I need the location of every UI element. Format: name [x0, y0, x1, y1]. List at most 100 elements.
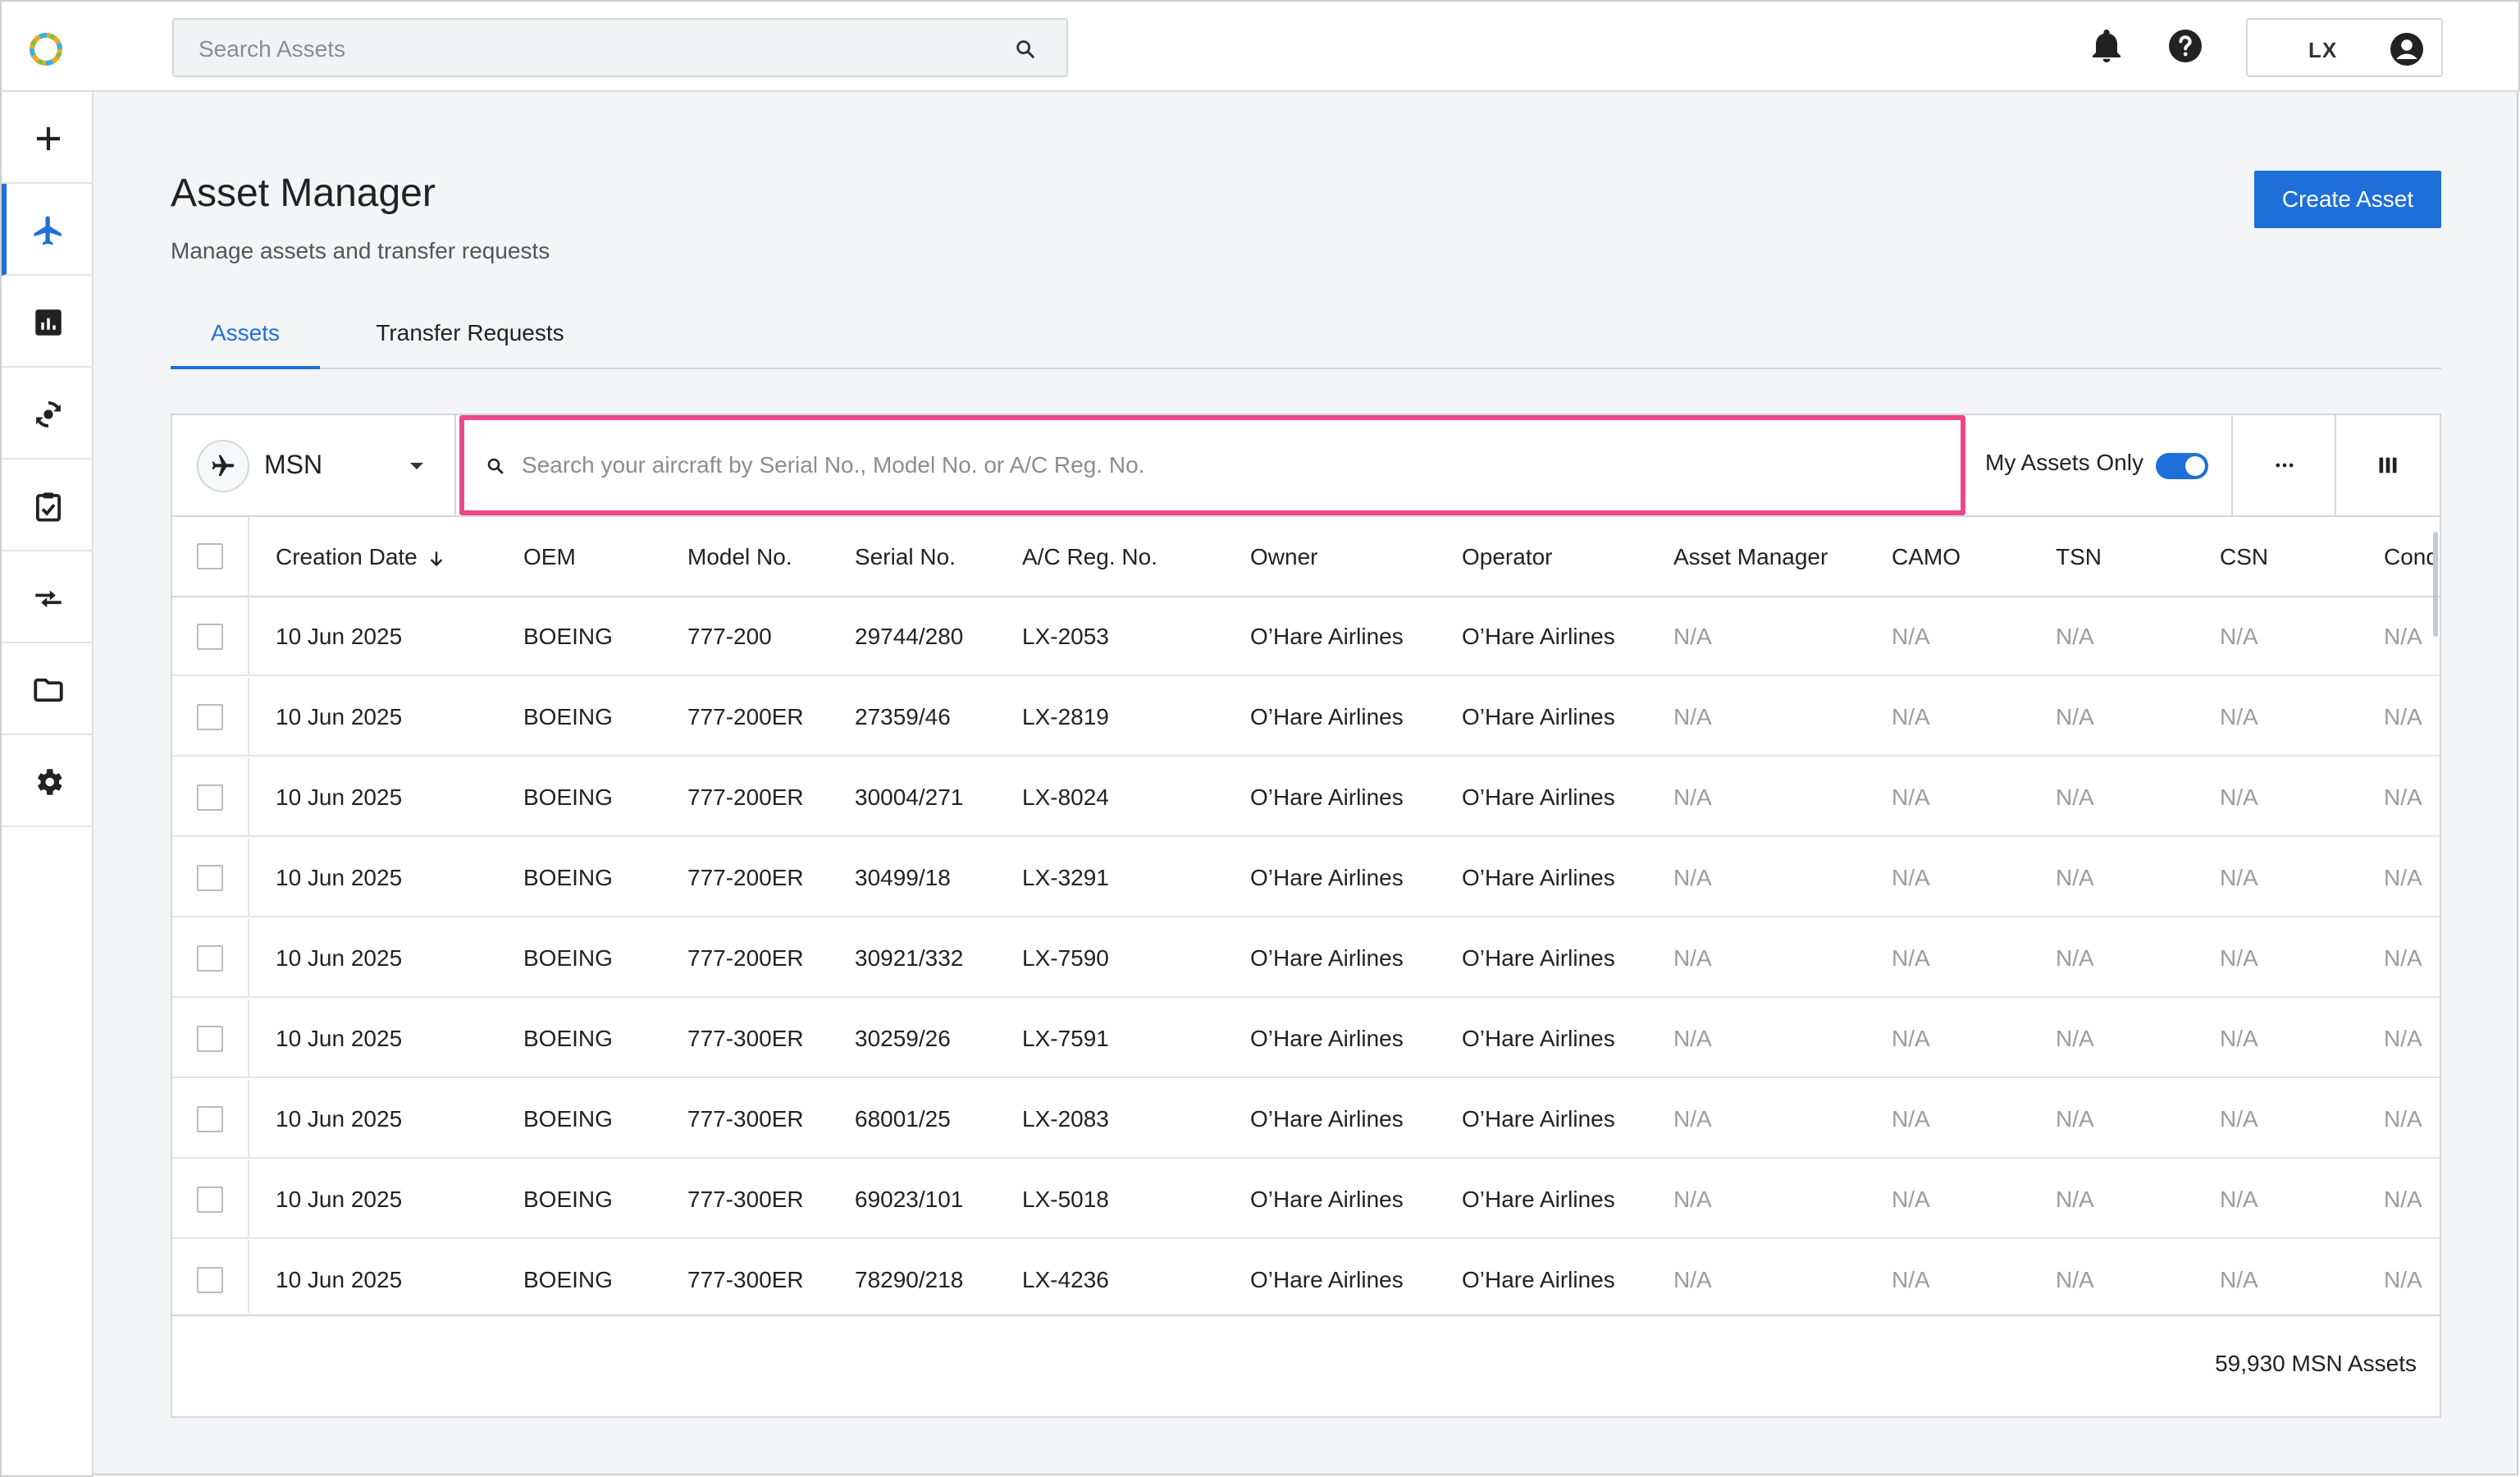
row-select-cell — [172, 919, 249, 998]
cell-asset-manager: N/A — [1673, 865, 1712, 890]
bell-icon[interactable] — [2087, 26, 2126, 66]
cell-model-no: 777-200ER — [687, 865, 804, 890]
column-header-owner[interactable]: Owner — [1250, 517, 1317, 597]
table-row[interactable]: 10 Jun 2025 BOEING 777-200ER 30921/332 LX-75… — [172, 919, 2440, 998]
cell-oem: BOEING — [523, 945, 613, 971]
create-asset-button[interactable]: Create Asset — [2254, 171, 2441, 228]
cell-oem: BOEING — [523, 1267, 613, 1292]
more-horizontal-icon — [2276, 463, 2294, 468]
app-logo[interactable] — [26, 30, 66, 69]
account-circle-icon — [2390, 33, 2423, 66]
row-checkbox[interactable] — [197, 945, 223, 972]
asset-type-selector[interactable]: MSN — [172, 415, 456, 515]
more-options-button[interactable] — [2231, 415, 2335, 515]
nav-assets[interactable] — [2, 184, 94, 276]
cell-owner: O’Hare Airlines — [1250, 945, 1404, 971]
search-icon — [487, 458, 504, 474]
cell-creation-date: 10 Jun 2025 — [276, 1026, 403, 1051]
cell-csn: N/A — [2220, 624, 2258, 649]
gear-icon — [37, 769, 62, 795]
row-checkbox[interactable] — [197, 1267, 223, 1293]
row-select-cell — [172, 839, 249, 917]
row-checkbox[interactable] — [197, 704, 223, 730]
table-row[interactable]: 10 Jun 2025 BOEING 777-300ER 69023/101 LX-50… — [172, 1160, 2440, 1239]
nav-analytics[interactable] — [2, 276, 94, 368]
row-checkbox[interactable] — [197, 1106, 223, 1132]
column-header-model-no[interactable]: Model No. — [687, 517, 792, 597]
nav-documents[interactable] — [2, 643, 94, 735]
top-bar: Search Assets LX — [0, 0, 2520, 92]
sort-descending-icon[interactable] — [426, 548, 447, 569]
nav-settings[interactable] — [2, 735, 94, 827]
table-row[interactable]: 10 Jun 2025 BOEING 777-200ER 30004/271 LX-80… — [172, 758, 2440, 837]
cell-creation-date: 10 Jun 2025 — [276, 1106, 403, 1132]
row-checkbox[interactable] — [197, 1026, 223, 1052]
cell-camo: N/A — [1892, 784, 1930, 810]
cell-ac-reg-no: LX-8024 — [1022, 784, 1109, 810]
column-header-creation-date[interactable]: Creation Date — [276, 517, 447, 597]
asset-search-input[interactable] — [522, 445, 1916, 486]
row-checkbox[interactable] — [197, 784, 223, 811]
columns-button[interactable] — [2335, 415, 2438, 515]
column-header-cond[interactable]: Cond — [2384, 517, 2439, 597]
cell-serial-no: 29744/280 — [855, 624, 964, 649]
table-header-row: Creation Date OEM Model No. Serial No. A… — [172, 517, 2440, 597]
cell-cond: N/A — [2384, 704, 2422, 729]
table-row[interactable]: 10 Jun 2025 BOEING 777-300ER 78290/218 LX-42… — [172, 1241, 2440, 1313]
airplane-badge — [197, 440, 249, 492]
column-header-camo[interactable]: CAMO — [1892, 517, 1961, 597]
cell-model-no: 777-300ER — [687, 1026, 804, 1051]
row-checkbox[interactable] — [197, 624, 223, 650]
global-search-placeholder: Search Assets — [199, 36, 345, 62]
cell-camo: N/A — [1892, 1106, 1930, 1132]
cell-cond: N/A — [2384, 945, 2422, 971]
select-all-checkbox[interactable] — [197, 543, 223, 569]
search-icon[interactable] — [1014, 38, 1037, 61]
global-search-input[interactable]: Search Assets — [172, 18, 1068, 77]
my-assets-toggle[interactable] — [2156, 453, 2208, 479]
row-checkbox[interactable] — [197, 1187, 223, 1213]
row-select-cell — [172, 1241, 249, 1313]
cell-owner: O’Hare Airlines — [1250, 1267, 1404, 1292]
assets-panel: MSN My Assets Only Creation Date OEM Mod… — [171, 414, 2441, 1418]
column-header-ac-reg-no[interactable]: A/C Reg. No. — [1022, 517, 1157, 597]
nav-create[interactable] — [2, 92, 94, 184]
user-initials: LX — [2308, 38, 2338, 62]
chart-icon — [35, 309, 62, 336]
column-header-asset-manager[interactable]: Asset Manager — [1673, 517, 1828, 597]
cell-asset-manager: N/A — [1673, 704, 1712, 729]
cell-csn: N/A — [2220, 865, 2258, 890]
column-header-csn[interactable]: CSN — [2220, 517, 2268, 597]
cell-tsn: N/A — [2056, 1026, 2094, 1051]
nav-transfers[interactable] — [2, 551, 94, 643]
tab-assets[interactable]: Assets — [171, 310, 320, 369]
table-row[interactable]: 10 Jun 2025 BOEING 777-200ER 27359/46 LX-281… — [172, 678, 2440, 757]
nav-sync[interactable] — [2, 368, 94, 460]
user-menu[interactable]: LX — [2246, 18, 2443, 77]
tab-transfer-requests[interactable]: Transfer Requests — [351, 310, 589, 369]
column-header-serial-no[interactable]: Serial No. — [855, 517, 956, 597]
cell-ac-reg-no: LX-4236 — [1022, 1267, 1109, 1292]
table-row[interactable]: 10 Jun 2025 BOEING 777-200 29744/280 LX-2053… — [172, 597, 2440, 676]
toggle-knob — [2185, 456, 2205, 476]
cell-serial-no: 69023/101 — [855, 1187, 964, 1212]
table-row[interactable]: 10 Jun 2025 BOEING 777-300ER 68001/25 LX-208… — [172, 1080, 2440, 1159]
table-row[interactable]: 10 Jun 2025 BOEING 777-200ER 30499/18 LX-329… — [172, 839, 2440, 917]
row-checkbox[interactable] — [197, 865, 223, 891]
table-scrollbar[interactable] — [2433, 532, 2438, 637]
column-header-operator[interactable]: Operator — [1462, 517, 1553, 597]
tab-bar: Assets Transfer Requests — [171, 310, 2441, 369]
table-row[interactable]: 10 Jun 2025 BOEING 777-300ER 30259/26 LX-759… — [172, 999, 2440, 1078]
cell-model-no: 777-200ER — [687, 784, 804, 810]
cell-oem: BOEING — [523, 1187, 613, 1212]
cell-operator: O’Hare Airlines — [1462, 865, 1615, 890]
column-header-oem[interactable]: OEM — [523, 517, 576, 597]
nav-tasks[interactable] — [2, 460, 94, 551]
asset-search-box[interactable] — [459, 415, 1965, 515]
help-icon[interactable] — [2166, 26, 2205, 66]
cell-owner: O’Hare Airlines — [1250, 1106, 1404, 1132]
cell-tsn: N/A — [2056, 1187, 2094, 1212]
cell-camo: N/A — [1892, 624, 1930, 649]
cell-camo: N/A — [1892, 945, 1930, 971]
column-header-tsn[interactable]: TSN — [2056, 517, 2102, 597]
